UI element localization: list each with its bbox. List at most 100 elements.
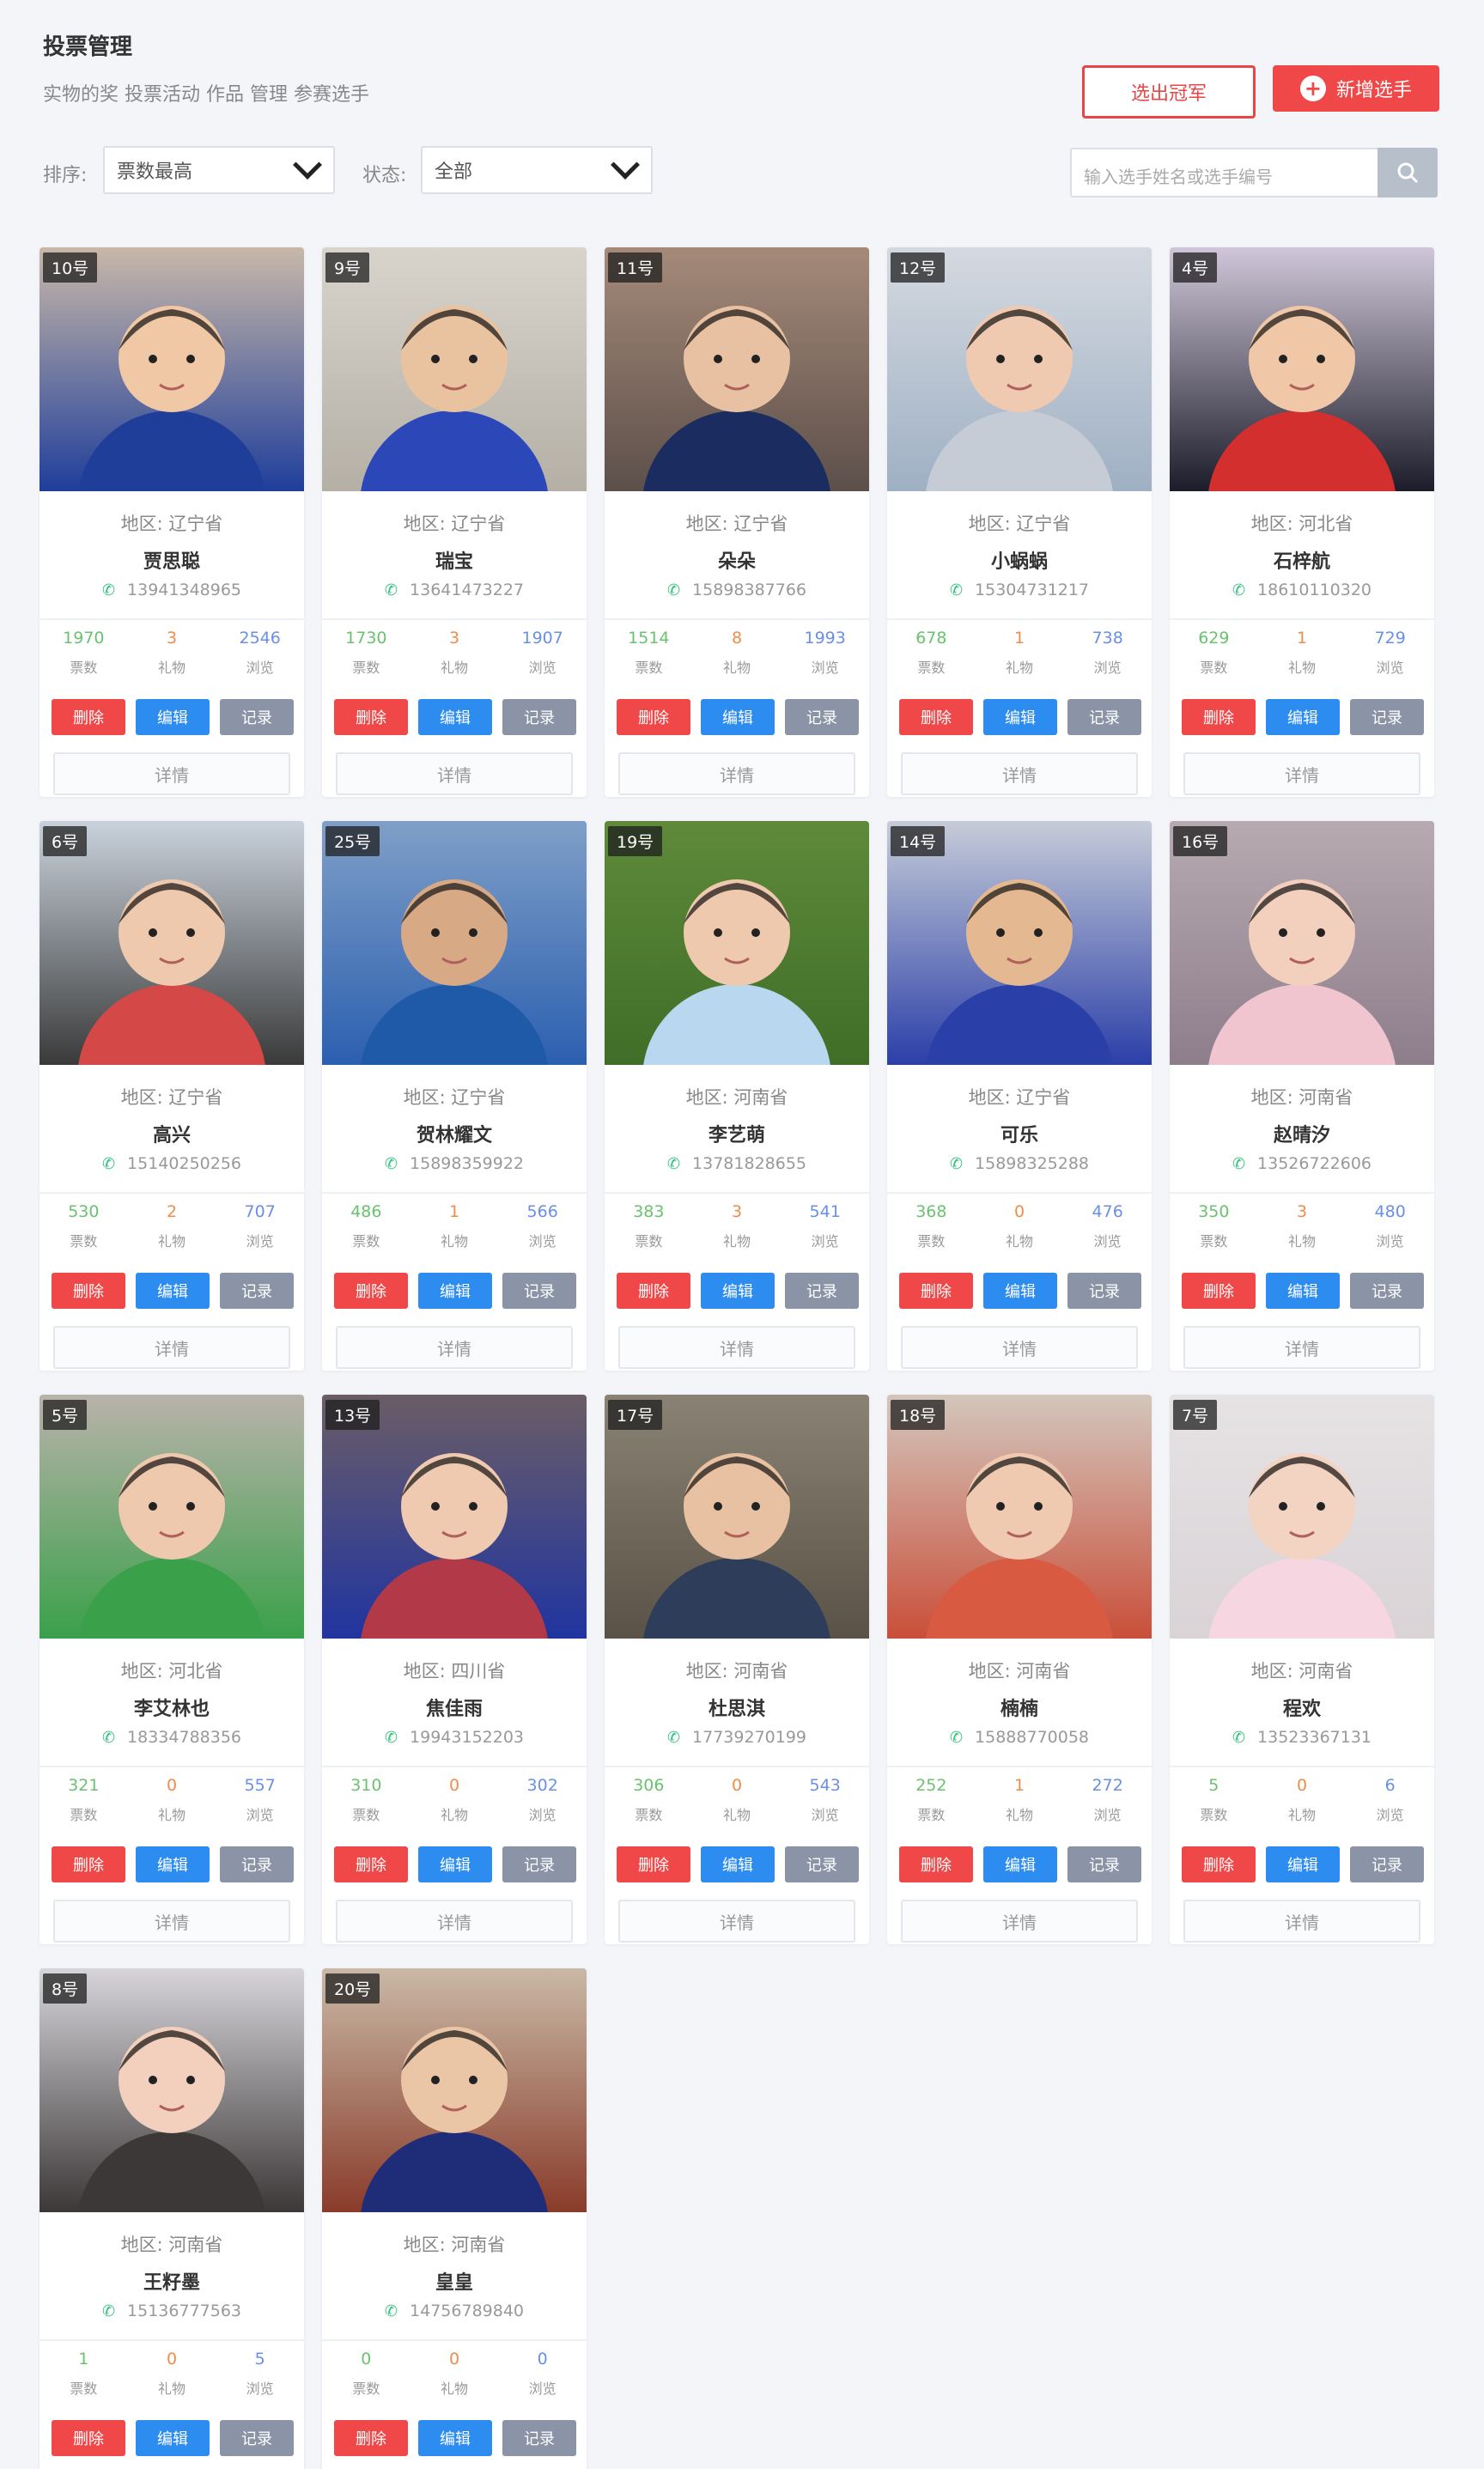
delete-button[interactable]: 删除 [899, 1846, 973, 1882]
detail-button[interactable]: 详情 [53, 752, 290, 795]
edit-button[interactable]: 编辑 [701, 699, 775, 735]
delete-button[interactable]: 删除 [52, 1273, 125, 1309]
search-input[interactable]: 输入选手姓名或选手编号 [1070, 148, 1379, 198]
detail-button[interactable]: 详情 [336, 1326, 573, 1369]
card-actions: 删除 编辑 记录 [52, 699, 294, 735]
record-button[interactable]: 记录 [1350, 1846, 1424, 1882]
divider [322, 2339, 587, 2341]
edit-button[interactable]: 编辑 [418, 2420, 492, 2456]
search-button[interactable] [1378, 148, 1438, 198]
contestant-stats: 1730 票数 3 礼物 1907 浏览 [322, 629, 587, 677]
record-button[interactable]: 记录 [502, 1273, 576, 1309]
sort-select[interactable]: 票数最高 [103, 146, 335, 194]
record-button[interactable]: 记录 [502, 699, 576, 735]
record-button[interactable]: 记录 [1067, 1273, 1141, 1309]
delete-button[interactable]: 删除 [1182, 699, 1256, 735]
delete-button[interactable]: 删除 [334, 1846, 408, 1882]
delete-button[interactable]: 删除 [52, 699, 125, 735]
edit-button[interactable]: 编辑 [418, 1846, 492, 1882]
record-button[interactable]: 记录 [502, 1846, 576, 1882]
views-label: 浏览 [528, 1807, 556, 1823]
detail-button[interactable]: 详情 [1183, 1900, 1420, 1943]
edit-button[interactable]: 编辑 [701, 1273, 775, 1309]
edit-button[interactable]: 编辑 [418, 699, 492, 735]
detail-button[interactable]: 详情 [336, 752, 573, 795]
views-value: 566 [526, 1202, 558, 1221]
detail-button[interactable]: 详情 [1183, 1326, 1420, 1369]
contestant-stats: 530 票数 2 礼物 707 浏览 [40, 1202, 304, 1250]
contestant-card: 9号 地区: 辽宁省 瑞宝 ✆ 13641473227 1730 票数 3 礼物 19… [322, 247, 587, 797]
views-value: 1907 [521, 629, 563, 648]
detail-button[interactable]: 详情 [53, 1326, 290, 1369]
record-button[interactable]: 记录 [785, 699, 859, 735]
detail-button[interactable]: 详情 [618, 752, 855, 795]
divider [40, 1766, 304, 1767]
add-contestant-button[interactable]: + 新增选手 [1273, 65, 1439, 112]
detail-button[interactable]: 详情 [53, 1900, 290, 1943]
record-button[interactable]: 记录 [1067, 699, 1141, 735]
detail-button[interactable]: 详情 [1183, 752, 1420, 795]
record-button[interactable]: 记录 [220, 1846, 294, 1882]
delete-button[interactable]: 删除 [617, 699, 690, 735]
votes-label: 票数 [1200, 1807, 1228, 1823]
record-button[interactable]: 记录 [1067, 1846, 1141, 1882]
votes-value: 1730 [345, 629, 387, 648]
delete-button[interactable]: 删除 [334, 699, 408, 735]
votes-value: 0 [361, 2350, 372, 2369]
record-button[interactable]: 记录 [220, 699, 294, 735]
edit-button[interactable]: 编辑 [983, 1846, 1057, 1882]
status-select[interactable]: 全部 [421, 146, 653, 194]
card-actions: 删除 编辑 记录 [899, 699, 1141, 735]
views-label: 浏览 [811, 1233, 839, 1250]
detail-button[interactable]: 详情 [618, 1326, 855, 1369]
edit-button[interactable]: 编辑 [1266, 699, 1340, 735]
detail-button[interactable]: 详情 [336, 1900, 573, 1943]
stat-gifts: 1 礼物 [411, 1202, 499, 1250]
stat-votes: 368 票数 [887, 1202, 976, 1250]
delete-button[interactable]: 删除 [1182, 1273, 1256, 1309]
detail-button[interactable]: 详情 [901, 752, 1138, 795]
detail-button[interactable]: 详情 [901, 1900, 1138, 1943]
votes-label: 票数 [352, 1233, 380, 1250]
edit-button[interactable]: 编辑 [983, 699, 1057, 735]
card-actions: 删除 编辑 记录 [1182, 699, 1424, 735]
edit-button[interactable]: 编辑 [701, 1846, 775, 1882]
record-button[interactable]: 记录 [1350, 1273, 1424, 1309]
edit-button[interactable]: 编辑 [983, 1273, 1057, 1309]
gifts-label: 礼物 [1288, 1807, 1317, 1823]
edit-button[interactable]: 编辑 [136, 2420, 210, 2456]
delete-button[interactable]: 删除 [1182, 1846, 1256, 1882]
delete-button[interactable]: 删除 [899, 1273, 973, 1309]
views-value: 302 [526, 1776, 558, 1795]
record-button[interactable]: 记录 [1350, 699, 1424, 735]
detail-button[interactable]: 详情 [901, 1326, 1138, 1369]
select-champion-button[interactable]: 选出冠军 [1082, 65, 1256, 119]
contestant-stats: 252 票数 1 礼物 272 浏览 [887, 1776, 1152, 1824]
delete-button[interactable]: 删除 [334, 1273, 408, 1309]
detail-button[interactable]: 详情 [618, 1900, 855, 1943]
edit-button[interactable]: 编辑 [136, 699, 210, 735]
contestant-photo [605, 821, 869, 1065]
record-button[interactable]: 记录 [502, 2420, 576, 2456]
stat-votes: 321 票数 [40, 1776, 128, 1824]
delete-button[interactable]: 删除 [617, 1846, 690, 1882]
record-button[interactable]: 记录 [785, 1273, 859, 1309]
contestant-name: 李艺萌 [708, 1125, 765, 1146]
delete-button[interactable]: 删除 [52, 1846, 125, 1882]
delete-button[interactable]: 删除 [334, 2420, 408, 2456]
record-button[interactable]: 记录 [785, 1846, 859, 1882]
delete-button[interactable]: 删除 [899, 699, 973, 735]
record-button[interactable]: 记录 [220, 1273, 294, 1309]
delete-button[interactable]: 删除 [617, 1273, 690, 1309]
edit-button[interactable]: 编辑 [1266, 1273, 1340, 1309]
phone-number: 13526722606 [1257, 1154, 1372, 1173]
record-button[interactable]: 记录 [220, 2420, 294, 2456]
edit-button[interactable]: 编辑 [136, 1846, 210, 1882]
edit-button[interactable]: 编辑 [136, 1273, 210, 1309]
phone-number: 13523367131 [1257, 1728, 1372, 1747]
edit-button[interactable]: 编辑 [418, 1273, 492, 1309]
edit-button[interactable]: 编辑 [1266, 1846, 1340, 1882]
delete-button[interactable]: 删除 [52, 2420, 125, 2456]
contestant-number-badge: 8号 [43, 1973, 88, 2004]
contestant-area: 地区: 辽宁省 [685, 514, 788, 534]
